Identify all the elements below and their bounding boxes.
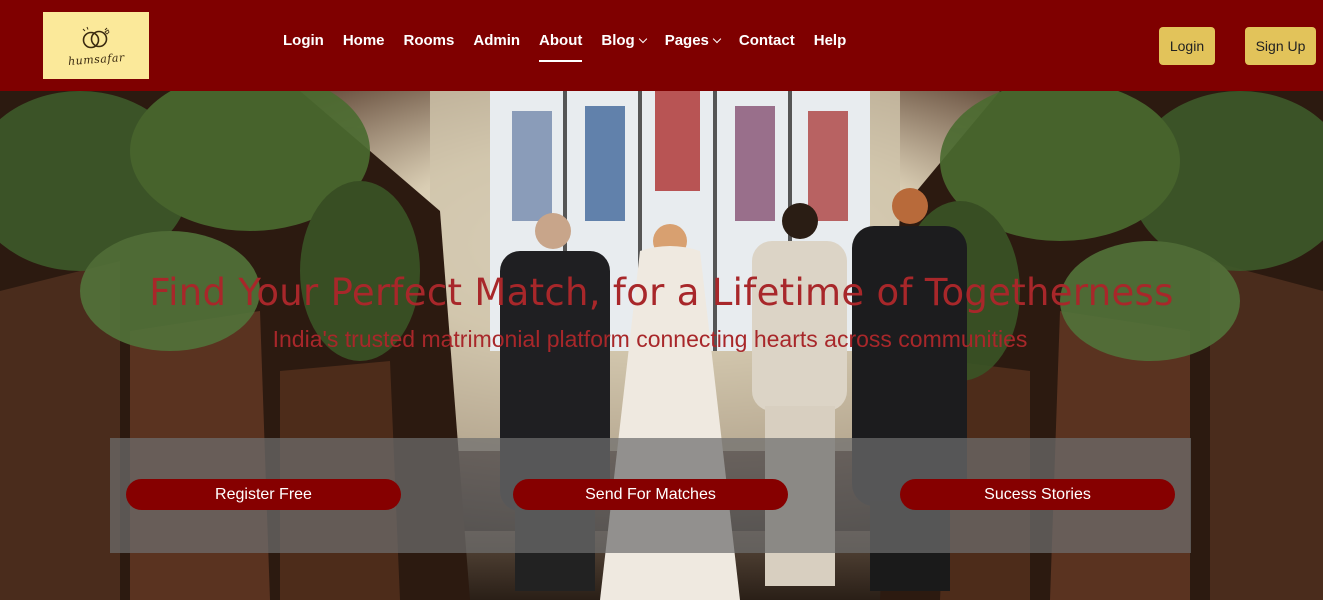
nav-contact[interactable]: Contact	[739, 32, 795, 49]
nav-admin[interactable]: Admin	[473, 32, 520, 49]
logo-text: humsafar	[67, 51, 125, 68]
main-nav: Login Home Rooms Admin About Blog Pages …	[283, 32, 865, 62]
nav-home[interactable]: Home	[343, 32, 385, 49]
nav-about-label: About	[539, 32, 583, 49]
logo[interactable]: humsafar	[43, 12, 149, 79]
site-header: humsafar Login Home Rooms Admin About Bl…	[0, 0, 1323, 91]
hero-section: Find Your Perfect Match, for a Lifetime …	[0, 91, 1323, 600]
send-for-matches-button[interactable]: Send For Matches	[513, 479, 788, 510]
nav-home-label: Home	[342, 32, 385, 49]
nav-rooms[interactable]: Rooms	[404, 32, 455, 49]
login-button[interactable]: Login	[1159, 27, 1215, 65]
chevron-down-icon	[712, 34, 722, 43]
hero-headline: Find Your Perfect Match, for a Lifetime …	[149, 271, 1174, 314]
nav-rooms-label: Rooms	[403, 32, 455, 49]
nav-login[interactable]: Login	[283, 32, 324, 49]
nav-about[interactable]: About	[539, 32, 583, 62]
nav-help-label: Help	[813, 32, 847, 49]
nav-pages-label: Pages	[664, 32, 709, 49]
rings-icon	[82, 26, 110, 49]
nav-blog-label: Blog	[601, 32, 635, 49]
nav-login-label: Login	[283, 32, 324, 49]
nav-help[interactable]: Help	[814, 32, 847, 49]
chevron-down-icon	[638, 34, 647, 43]
nav-contact-label: Contact	[738, 32, 795, 49]
success-stories-button[interactable]: Sucess Stories	[900, 479, 1175, 510]
nav-pages[interactable]: Pages	[664, 32, 722, 49]
nav-admin-label: Admin	[473, 32, 521, 49]
register-free-button[interactable]: Register Free	[126, 479, 401, 510]
signup-button[interactable]: Sign Up	[1245, 27, 1316, 65]
hero-subline: India's trusted matrimonial platform con…	[272, 326, 1028, 352]
nav-blog[interactable]: Blog	[601, 32, 647, 49]
cta-panel: Register Free Send For Matches Sucess St…	[110, 438, 1191, 553]
